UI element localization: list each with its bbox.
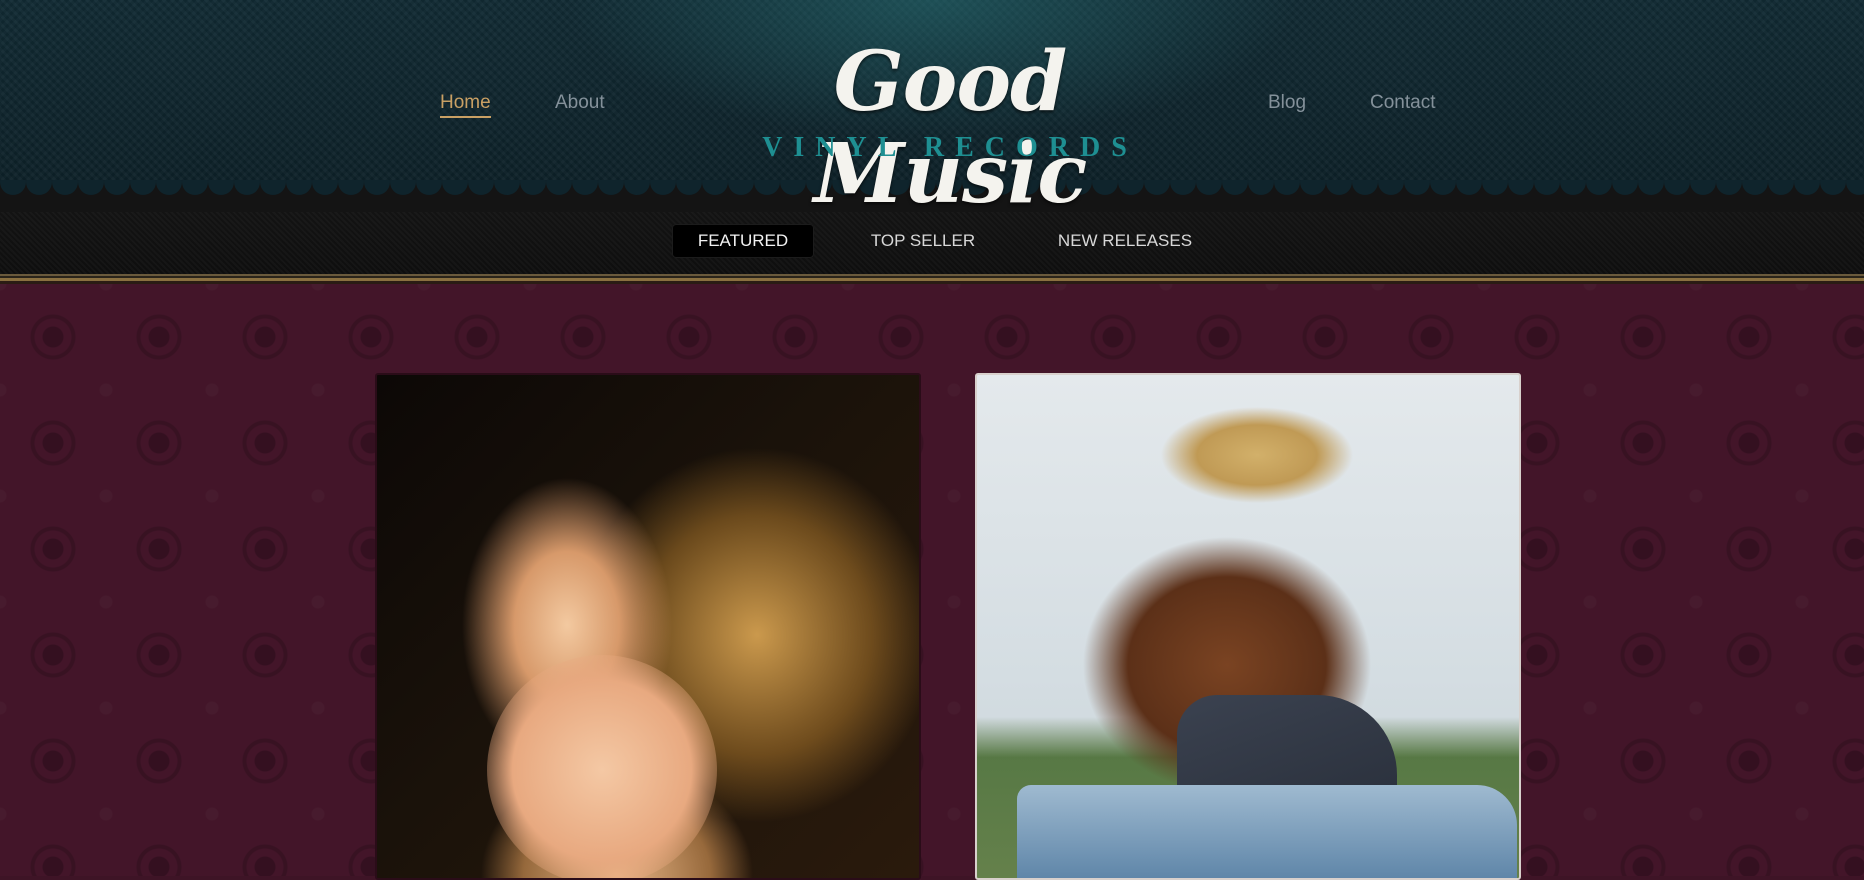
category-bar-trim	[0, 274, 1864, 284]
nav-contact-link[interactable]: Contact	[1370, 92, 1435, 114]
ballerina-photo	[487, 655, 717, 878]
tab-new-releases[interactable]: NEW RELEASES	[1046, 224, 1204, 258]
site-header: Home About Good Music VINYL RECORDS Blog…	[0, 0, 1864, 220]
nav-home-link[interactable]: Home	[440, 92, 491, 118]
featured-card-ballerina[interactable]	[375, 373, 921, 880]
tab-featured[interactable]: FEATURED	[672, 224, 814, 258]
nav-blog-link[interactable]: Blog	[1268, 92, 1306, 114]
nav-about-link[interactable]: About	[555, 92, 605, 114]
logo-subtitle: VINYL RECORDS	[762, 132, 1138, 163]
tab-top-seller[interactable]: TOP SELLER	[858, 224, 988, 258]
logo-title: Good Music	[813, 34, 1088, 222]
truck-shape	[1017, 785, 1517, 878]
featured-section	[0, 284, 1864, 876]
featured-card-cowboy[interactable]	[975, 373, 1521, 880]
site-logo[interactable]: Good Music VINYL RECORDS	[720, 36, 1180, 220]
